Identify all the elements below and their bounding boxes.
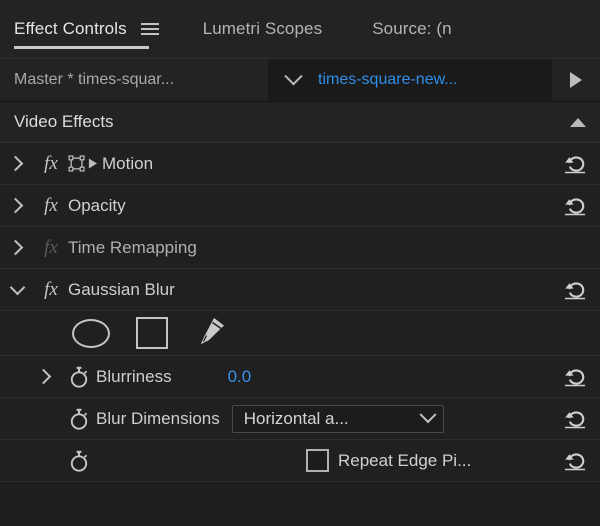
reset-icon[interactable] xyxy=(563,366,587,388)
effects-list: fx Motion fx Opacity fx Time Remapping f… xyxy=(0,143,600,526)
chevron-right-icon xyxy=(7,197,24,214)
mask-tools-row xyxy=(0,311,600,356)
stopwatch-icon[interactable] xyxy=(62,407,96,431)
master-clip-label[interactable]: Master * times-squar... xyxy=(0,59,268,101)
chevron-right-icon xyxy=(7,155,24,172)
checkbox-unchecked-icon[interactable] xyxy=(306,449,329,472)
tab-lumetri-scopes[interactable]: Lumetri Scopes xyxy=(159,12,323,46)
stopwatch-icon[interactable] xyxy=(62,449,96,473)
tab-source[interactable]: Source: (n xyxy=(322,12,451,46)
blur-dimensions-dropdown[interactable]: Horizontal a... xyxy=(231,404,444,433)
fx-icon[interactable]: fx xyxy=(34,238,68,257)
effect-row-opacity[interactable]: fx Opacity xyxy=(0,185,600,227)
active-tab-underline xyxy=(14,46,149,49)
chevron-down-icon xyxy=(9,279,25,296)
property-row-repeat-edge-pixels[interactable]: Repeat Edge Pi... xyxy=(0,440,600,482)
fx-icon[interactable]: fx xyxy=(34,154,68,173)
property-row-blur-dimensions[interactable]: Blur Dimensions Horizontal a... xyxy=(0,398,600,440)
chevron-right-icon xyxy=(35,368,52,385)
dropdown-value: Horizontal a... xyxy=(243,408,349,428)
tab-effect-controls[interactable]: Effect Controls xyxy=(0,12,159,49)
tab-label: Source: (n xyxy=(372,19,452,38)
fx-icon[interactable]: fx xyxy=(34,196,68,215)
effect-row-time-remapping[interactable]: fx Time Remapping xyxy=(0,227,600,269)
video-effects-header[interactable]: Video Effects xyxy=(0,102,600,143)
chevron-right-icon xyxy=(7,239,24,256)
selected-clip-name[interactable]: times-square-new... xyxy=(318,59,552,101)
play-triangle-icon xyxy=(570,72,582,88)
fx-icon[interactable]: fx xyxy=(34,280,68,299)
disclosure-toggle[interactable] xyxy=(0,155,34,172)
panel-tab-bar: Effect Controls Lumetri Scopes Source: (… xyxy=(0,0,600,58)
effect-label: Time Remapping xyxy=(68,237,197,257)
effect-row-motion[interactable]: fx Motion xyxy=(0,143,600,185)
property-row-blurriness[interactable]: Blurriness 0.0 xyxy=(0,356,600,398)
transform-box-icon[interactable] xyxy=(68,154,98,173)
effect-label: Opacity xyxy=(68,195,126,215)
disclosure-toggle[interactable] xyxy=(0,197,34,214)
effect-row-gaussian-blur[interactable]: fx Gaussian Blur xyxy=(0,269,600,311)
disclosure-toggle[interactable] xyxy=(28,368,62,385)
effect-label: Motion xyxy=(102,153,154,173)
master-clip-text: Master * times-squar... xyxy=(14,71,175,88)
section-title: Video Effects xyxy=(14,112,114,131)
caret-up-icon[interactable] xyxy=(570,117,586,127)
stopwatch-icon[interactable] xyxy=(62,365,96,389)
property-label: Blur Dimensions xyxy=(96,408,220,428)
ellipse-mask-icon[interactable] xyxy=(72,318,110,348)
play-triangle-icon xyxy=(88,158,98,169)
disclosure-toggle[interactable] xyxy=(0,279,34,296)
property-label: Repeat Edge Pi... xyxy=(338,450,472,470)
effect-controls-panel: Effect Controls Lumetri Scopes Source: (… xyxy=(0,0,600,526)
rectangle-mask-icon[interactable] xyxy=(136,317,168,349)
reset-icon[interactable] xyxy=(563,408,587,430)
effect-label: Gaussian Blur xyxy=(68,279,175,299)
clip-dropdown-button[interactable] xyxy=(268,59,318,101)
chevron-down-icon xyxy=(419,405,437,423)
pen-mask-icon[interactable] xyxy=(194,316,226,351)
tab-label: Effect Controls xyxy=(14,19,127,38)
tab-label: Lumetri Scopes xyxy=(202,19,323,38)
reset-icon[interactable] xyxy=(563,279,587,301)
property-label: Blurriness xyxy=(96,366,172,386)
chevron-down-icon xyxy=(283,66,303,85)
hamburger-menu-icon[interactable] xyxy=(140,23,159,35)
selected-clip-text: times-square-new... xyxy=(318,71,458,88)
reset-icon[interactable] xyxy=(563,195,587,217)
clip-next-button[interactable] xyxy=(552,59,600,101)
reset-icon[interactable] xyxy=(563,450,587,472)
reset-icon[interactable] xyxy=(563,153,587,175)
clip-selector-bar: Master * times-squar... times-square-new… xyxy=(0,58,600,102)
property-value[interactable]: 0.0 xyxy=(228,367,252,387)
disclosure-toggle[interactable] xyxy=(0,239,34,256)
